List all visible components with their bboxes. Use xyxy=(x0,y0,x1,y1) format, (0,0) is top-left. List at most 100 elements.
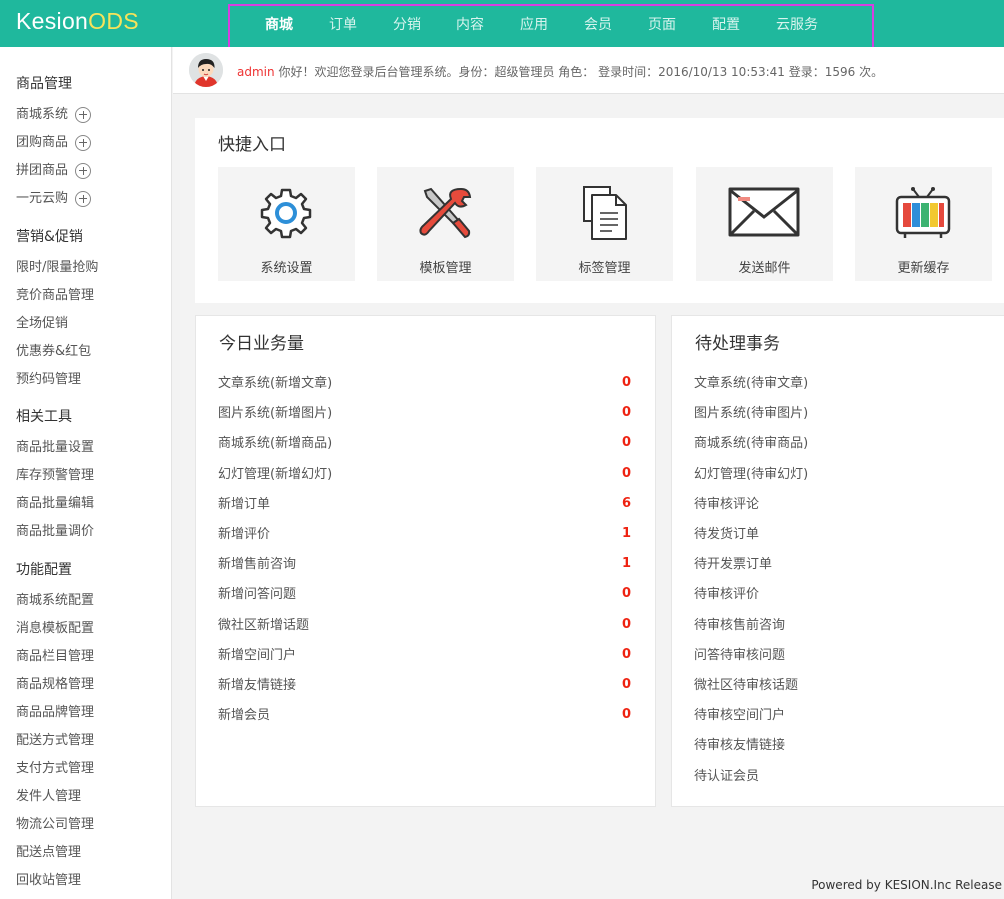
sidebar-item[interactable]: 商品品牌管理 xyxy=(16,701,94,720)
sidebar-item[interactable]: 预约码管理 xyxy=(16,368,81,387)
username[interactable]: admin xyxy=(237,65,275,79)
stat-value: 0 xyxy=(621,465,631,481)
quick-item-email[interactable]: 发送邮件 xyxy=(696,167,833,281)
pending-item[interactable]: 问答待审核问题 xyxy=(694,644,785,663)
sidebar-item-label: 回收站管理 xyxy=(16,873,82,888)
sidebar-item[interactable]: 商品批量调价 xyxy=(16,520,94,539)
pending-item[interactable]: 待发货订单 xyxy=(694,523,759,542)
quick-item-tags[interactable]: 标签管理 xyxy=(536,167,673,281)
stat-label[interactable]: 新增友情链接 xyxy=(218,674,296,693)
sidebar-item-label: 商品品牌管理 xyxy=(16,705,95,720)
sidebar-item[interactable]: 商品栏目管理 xyxy=(16,645,94,664)
sidebar-item-label: 一元云购 xyxy=(16,191,69,206)
sidebar-item[interactable]: 发件人管理 xyxy=(16,785,81,804)
avatar[interactable] xyxy=(189,53,223,87)
sidebar-item[interactable]: 回收站管理 xyxy=(16,869,81,888)
expand-plus-icon[interactable] xyxy=(75,134,92,151)
pending-item[interactable]: 图片系统(待审图片) xyxy=(694,402,808,421)
sidebar-item[interactable]: 商品规格管理 xyxy=(16,673,94,692)
pending-item[interactable]: 幻灯管理(待审幻灯) xyxy=(694,463,808,482)
stat-value: 6 xyxy=(621,495,631,511)
sidebar-item[interactable]: 全场促销 xyxy=(16,312,68,331)
pending-item[interactable]: 待审核空间门户 xyxy=(694,704,785,723)
sidebar-item-label: 库存预警管理 xyxy=(16,468,95,483)
sidebar-item[interactable]: 配送点管理 xyxy=(16,841,81,860)
sidebar-item[interactable]: 物流公司管理 xyxy=(16,813,94,832)
sidebar-item[interactable]: 商城系统 xyxy=(16,103,92,123)
sidebar-item-label: 优惠券&红包 xyxy=(16,344,92,359)
sidebar-item[interactable]: 商品批量编辑 xyxy=(16,492,94,511)
sidebar-item[interactable]: 优惠券&红包 xyxy=(16,340,91,359)
expand-plus-icon[interactable] xyxy=(75,162,92,179)
sidebar-item[interactable]: 竞价商品管理 xyxy=(16,284,94,303)
stat-label[interactable]: 新增售前咨询 xyxy=(218,553,296,572)
stat-value: 0 xyxy=(621,677,631,692)
gear-icon xyxy=(260,188,312,239)
expand-plus-icon[interactable] xyxy=(75,106,92,123)
stat-label[interactable]: 图片系统(新增图片) xyxy=(218,402,332,421)
quick-item-label: 发送邮件 xyxy=(738,261,791,276)
sidebar-item-label: 商品批量编辑 xyxy=(16,496,95,511)
sidebar-item[interactable]: 商城系统配置 xyxy=(16,589,94,608)
sidebar-item[interactable]: 配送方式管理 xyxy=(16,729,94,748)
sidebar-item-label: 团购商品 xyxy=(16,135,69,150)
sidebar-item-label: 商品栏目管理 xyxy=(16,649,95,664)
stat-value: 1 xyxy=(621,556,631,572)
stat-label[interactable]: 幻灯管理(新增幻灯) xyxy=(218,463,332,482)
pending-item[interactable]: 文章系统(待审文章) xyxy=(694,372,808,391)
sidebar-item[interactable]: 库存预警管理 xyxy=(16,464,94,483)
stat-label[interactable]: 新增订单 xyxy=(218,493,270,512)
stat-label[interactable]: 新增问答问题 xyxy=(218,583,296,602)
sidebar-group-title: 功能配置 xyxy=(16,562,72,578)
envelope-icon xyxy=(728,187,800,237)
sidebar-item[interactable]: 团购商品 xyxy=(16,131,92,151)
pending-tasks-panel: 待处理事务 文章系统(待审文章) 图片系统(待审图片) 商城系统(待审商品) 幻灯管理… xyxy=(671,315,1004,807)
sidebar-item[interactable]: 一元云购 xyxy=(16,187,92,207)
pending-item[interactable]: 待审核友情链接 xyxy=(694,734,785,753)
sidebar-item-label: 商城系统配置 xyxy=(16,593,95,608)
stat-label[interactable]: 新增空间门户 xyxy=(218,644,296,663)
sidebar-item-label: 物流公司管理 xyxy=(16,817,95,832)
sidebar-item-label: 商城系统 xyxy=(16,107,69,122)
stat-label[interactable]: 新增评价 xyxy=(218,523,270,542)
pending-item[interactable]: 待审核售前咨询 xyxy=(694,614,785,633)
sidebar-item-label: 消息模板配置 xyxy=(16,621,95,636)
pending-tasks-title: 待处理事务 xyxy=(695,334,780,354)
stat-label[interactable]: 商城系统(新增商品) xyxy=(218,432,332,451)
sidebar-item[interactable]: 限时/限量抢购 xyxy=(16,256,98,275)
quick-entry-title: 快捷入口 xyxy=(218,135,286,155)
pending-item[interactable]: 微社区待审核话题 xyxy=(694,674,798,693)
sidebar-item[interactable]: 商品批量设置 xyxy=(16,436,94,455)
quick-item-system-settings[interactable]: 系统设置 xyxy=(218,167,355,281)
sidebar-item-label: 配送方式管理 xyxy=(16,733,95,748)
quick-item-label: 系统设置 xyxy=(260,261,313,276)
welcome-text: admin 你好！欢迎您登录后台管理系统。身份：超级管理员 角色： 登录时间：2… xyxy=(237,63,883,80)
pending-item[interactable]: 待审核评论 xyxy=(694,493,759,512)
stat-label[interactable]: 文章系统(新增文章) xyxy=(218,372,332,391)
sidebar-item-label: 发件人管理 xyxy=(16,789,82,804)
quick-item-cache[interactable]: 更新缓存 xyxy=(855,167,992,281)
pending-item[interactable]: 待开发票订单 xyxy=(694,553,772,572)
stat-value: 0 xyxy=(621,586,631,602)
logo[interactable]: KesionODS xyxy=(16,8,139,35)
stat-label[interactable]: 新增会员 xyxy=(218,704,270,723)
sidebar-group-title: 商品管理 xyxy=(16,76,72,92)
quick-item-template[interactable]: 模板管理 xyxy=(377,167,514,281)
sidebar-item[interactable]: 拼团商品 xyxy=(16,159,92,179)
sidebar-item-label: 限时/限量抢购 xyxy=(16,260,99,275)
sidebar-item-label: 商品批量设置 xyxy=(16,440,95,455)
sidebar-item[interactable]: 支付方式管理 xyxy=(16,757,94,776)
logo-accent: ODS xyxy=(88,8,139,34)
stat-value: 1 xyxy=(621,526,631,541)
stat-value: 0 xyxy=(621,707,631,723)
pending-item[interactable]: 待认证会员 xyxy=(694,765,759,784)
expand-plus-icon[interactable] xyxy=(75,190,92,207)
sidebar-item[interactable]: 消息模板配置 xyxy=(16,617,94,636)
pending-item[interactable]: 待审核评价 xyxy=(694,583,759,602)
footer-text: Powered by KESION.Inc Release xyxy=(811,878,1002,892)
stat-value: 0 xyxy=(621,405,631,421)
stat-label[interactable]: 微社区新增话题 xyxy=(218,614,309,633)
documents-icon xyxy=(583,186,627,240)
pending-item[interactable]: 商城系统(待审商品) xyxy=(694,432,808,451)
sidebar-item-label: 配送点管理 xyxy=(16,845,82,860)
